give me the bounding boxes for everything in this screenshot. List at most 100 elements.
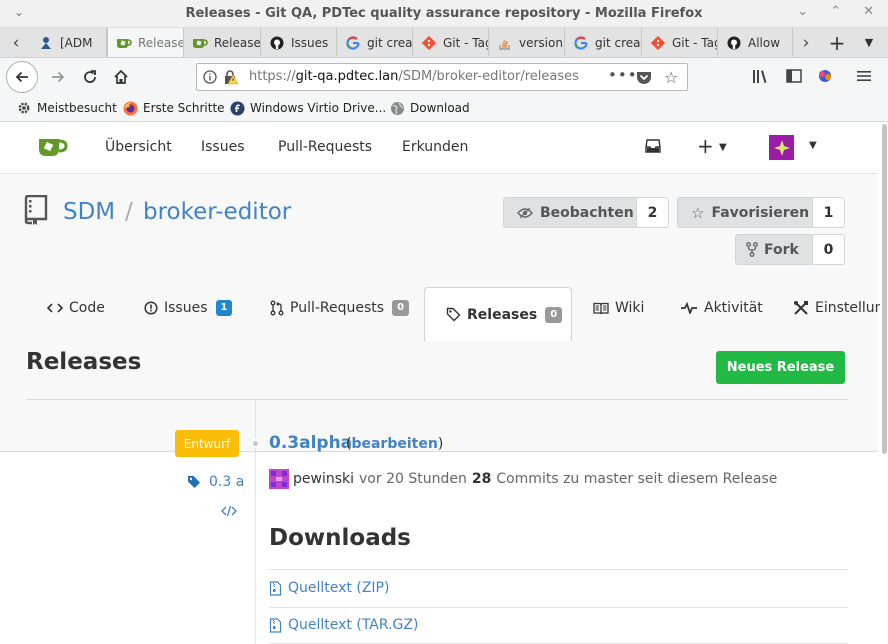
nav-explore-link[interactable]: Erkunden [402,139,468,155]
fork-count[interactable]: 0 [812,234,845,265]
firefox-icon [122,100,138,116]
tag-icon [446,307,461,322]
create-new-icon[interactable]: + [697,134,714,158]
info-icon[interactable] [203,70,217,88]
tab-strip: ‹ [ADM Releases Releases Issues git crea… [0,28,888,58]
tab-issues[interactable]: Issues 1 [144,286,233,330]
nav-dashboard-link[interactable]: Übersicht [105,139,172,155]
minimize-icon[interactable]: ⌄ [797,4,808,19]
back-button[interactable] [6,61,38,93]
reload-button[interactable] [79,66,101,88]
navigation-toolbar: https://git-qa.pdtec.lan/SDM/broker-edit… [0,58,888,96]
file-zip-icon [269,617,282,633]
source-code-icon[interactable] [221,505,237,520]
browser-tab-active[interactable]: Releases [107,28,184,57]
browser-tab[interactable]: Issues [261,28,337,57]
pulse-icon [680,302,698,314]
bookmark-item[interactable]: Windows Virtio Drive... [229,100,386,116]
gitea-icon [192,35,208,51]
new-tab-button[interactable]: + [824,28,850,57]
tab-code[interactable]: Code [47,286,105,330]
scroll-tabs-left-button[interactable]: ‹ [4,28,28,57]
arrow-right-icon [52,71,65,83]
url-text[interactable]: https://git-qa.pdtec.lan/SDM/broker-edit… [249,69,579,84]
release-edit-link[interactable]: bearbeiten [351,436,437,452]
release-time: vor 20 Stunden [359,471,467,487]
reload-icon [84,70,96,83]
browser-tab[interactable]: [ADM [30,28,107,57]
insecure-lock-icon[interactable] [223,70,239,89]
tab-settings[interactable]: Einstellungen [793,286,888,330]
release-tag-link[interactable]: 0.3 a [187,474,244,490]
sidebar-icon [786,69,802,83]
chevron-down-icon[interactable]: ▼ [809,140,817,151]
author-avatar[interactable] [269,469,289,489]
maximize-icon[interactable]: ⌃ [830,4,841,19]
tab-wiki[interactable]: Wiki [593,286,644,330]
inbox-icon[interactable] [645,139,661,157]
nav-pull-requests-link[interactable]: Pull-Requests [278,139,372,155]
tools-icon [793,300,809,316]
forward-button[interactable] [47,66,69,88]
browser-tab[interactable]: Git - Tagging [642,28,718,57]
timeline-line [255,400,256,644]
release-edit: (bearbeiten) [346,436,444,452]
browser-tab[interactable]: git create [565,28,642,57]
sidebar-button[interactable] [786,68,802,88]
repo-book-icon [23,194,49,229]
tab-releases[interactable]: Releases 0 [424,287,572,341]
book-icon [593,302,609,315]
watch-count[interactable]: 2 [636,197,669,228]
fork-button[interactable]: Fork [735,234,813,265]
library-icon [753,70,767,83]
home-button[interactable] [110,66,132,88]
star-button[interactable]: ☆ Favorisieren [677,197,813,228]
browser-tab[interactable]: versioning [489,28,565,57]
tab-list-button[interactable]: ▼ [856,28,882,57]
release-meta: pewinski vor 20 Stunden 28 Commits zu ma… [269,469,777,489]
bookmark-item[interactable]: Meistbesucht [16,100,117,116]
download-zip-link[interactable]: Quelltext (ZIP) [269,580,389,596]
user-avatar[interactable] [769,135,794,160]
repo-name-link[interactable]: broker-editor [143,199,291,225]
browser-tab[interactable]: Allow [718,28,793,57]
author-name-link[interactable]: pewinski [293,471,354,487]
menu-button[interactable] [856,68,872,88]
divider [269,607,848,608]
scroll-tabs-right-button[interactable]: › [793,28,819,57]
bookmark-item[interactable]: Download [389,100,470,116]
scrollbar-thumb[interactable] [882,124,887,454]
bookmarks-toolbar: Meistbesucht Erste Schritte Windows Virt… [0,96,888,122]
library-button[interactable] [752,68,770,88]
new-release-button[interactable]: Neues Release [716,351,845,384]
star-count[interactable]: 1 [812,197,845,228]
browser-tab[interactable]: Releases [184,28,261,57]
page-scrollbar[interactable] [880,122,888,644]
timeline-dot [251,439,260,448]
close-icon[interactable]: ✕ [863,4,874,19]
window-title: Releases - Git QA, PDTec quality assuran… [185,6,703,21]
issues-count-badge: 1 [215,300,233,316]
globe-icon [389,100,405,116]
url-bar[interactable]: https://git-qa.pdtec.lan/SDM/broker-edit… [196,63,688,91]
download-targz-link[interactable]: Quelltext (TAR.GZ) [269,617,418,633]
tab-activity[interactable]: Aktivität [680,286,763,330]
release-title-link[interactable]: 0.3alpha [269,433,352,453]
browser-tab[interactable]: Git - Tagging [413,28,489,57]
page-actions-icon[interactable]: ••• [608,66,638,84]
commit-count[interactable]: 28 [472,471,491,487]
nav-issues-link[interactable]: Issues [201,139,245,155]
watch-button[interactable]: Beobachten [503,197,637,228]
chevron-down-icon[interactable]: ▼ [719,142,727,153]
star-icon: ☆ [691,203,705,222]
repo-owner-link[interactable]: SDM [63,199,115,225]
browser-tab[interactable]: git create [337,28,413,57]
git-icon [421,35,437,51]
tab-pull-requests[interactable]: Pull-Requests 0 [270,286,410,330]
extension-button[interactable] [817,68,833,88]
pocket-icon[interactable] [636,70,652,89]
gitea-logo-icon[interactable] [38,136,68,162]
bookmark-star-icon[interactable]: ☆ [664,68,678,87]
tag-icon [187,475,201,489]
bookmark-item[interactable]: Erste Schritte [122,100,225,116]
